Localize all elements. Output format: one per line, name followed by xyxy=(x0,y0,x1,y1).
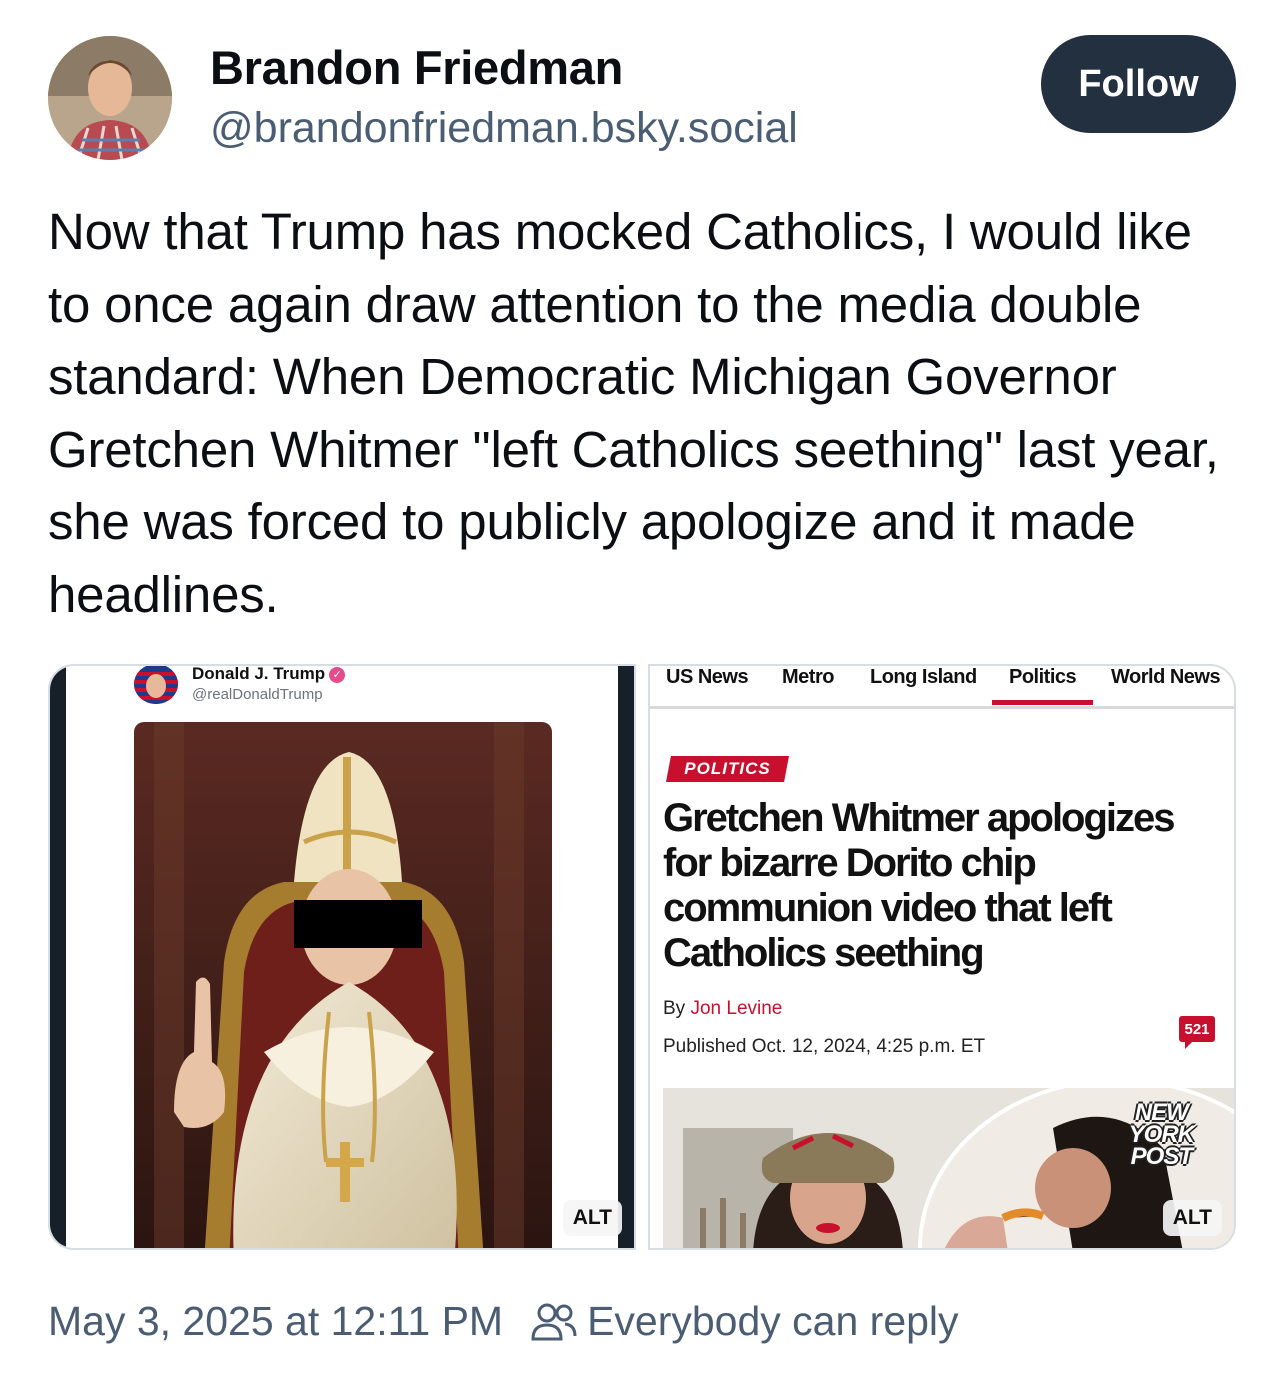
follow-button[interactable]: Follow xyxy=(1041,35,1236,133)
embedded-screenshot: Donald J. Trump ✓ @realDonaldTrump xyxy=(50,666,634,1248)
frame-edge-right xyxy=(618,666,634,1248)
post-text: Now that Trump has mocked Catholics, I w… xyxy=(48,203,1219,623)
article-byline: By Jon Levine xyxy=(663,998,782,1020)
nav-item-world-news: World News xyxy=(1111,666,1221,688)
pope-image xyxy=(134,722,552,1248)
nav-item-politics: Politics xyxy=(1009,666,1077,688)
embedded-author-name: Donald J. Trump ✓ xyxy=(192,666,346,684)
people-icon xyxy=(531,1302,577,1342)
author-handle[interactable]: @brandonfriedman.bsky.social xyxy=(210,104,798,153)
article-headline: Gretchen Whitmer apologizes for bizarre … xyxy=(663,796,1176,975)
post-footer: May 3, 2025 at 12:11 PM Everybody can re… xyxy=(48,1298,959,1345)
nav-item-long-island: Long Island xyxy=(870,666,977,688)
article-published-date: Published Oct. 12, 2024, 4:25 p.m. ET xyxy=(663,1036,986,1057)
active-nav-underline xyxy=(992,700,1093,705)
reply-setting[interactable]: Everybody can reply xyxy=(587,1298,958,1345)
byline-author: Jon Levine xyxy=(690,998,783,1019)
nyp-logo: NEW YORK POST xyxy=(1129,1101,1195,1170)
nav-item-metro: Metro xyxy=(782,666,834,688)
nav-item-us-news: US News xyxy=(666,666,749,688)
alt-text-button[interactable]: ALT xyxy=(562,1200,622,1236)
author-display-name[interactable]: Brandon Friedman xyxy=(210,40,623,95)
verified-icon: ✓ xyxy=(329,667,346,683)
embedded-author-handle: @realDonaldTrump xyxy=(192,686,323,703)
post-image-1[interactable]: Donald J. Trump ✓ @realDonaldTrump ALT xyxy=(48,664,636,1250)
comment-count-badge: 521 xyxy=(1179,1016,1215,1049)
section-badge: POLITICS xyxy=(666,756,789,782)
site-nav: US News Metro Long Island Politics World… xyxy=(650,666,1234,709)
frame-edge-left xyxy=(50,666,66,1248)
alt-text-button[interactable]: ALT xyxy=(1162,1200,1222,1236)
embedded-avatar xyxy=(134,666,178,704)
logo-line-3: POST xyxy=(1130,1143,1193,1170)
author-avatar[interactable] xyxy=(48,36,172,160)
post-image-2[interactable]: US News Metro Long Island Politics World… xyxy=(648,664,1236,1250)
byline-prefix: By xyxy=(663,998,686,1019)
post-timestamp[interactable]: May 3, 2025 at 12:11 PM xyxy=(48,1298,503,1345)
